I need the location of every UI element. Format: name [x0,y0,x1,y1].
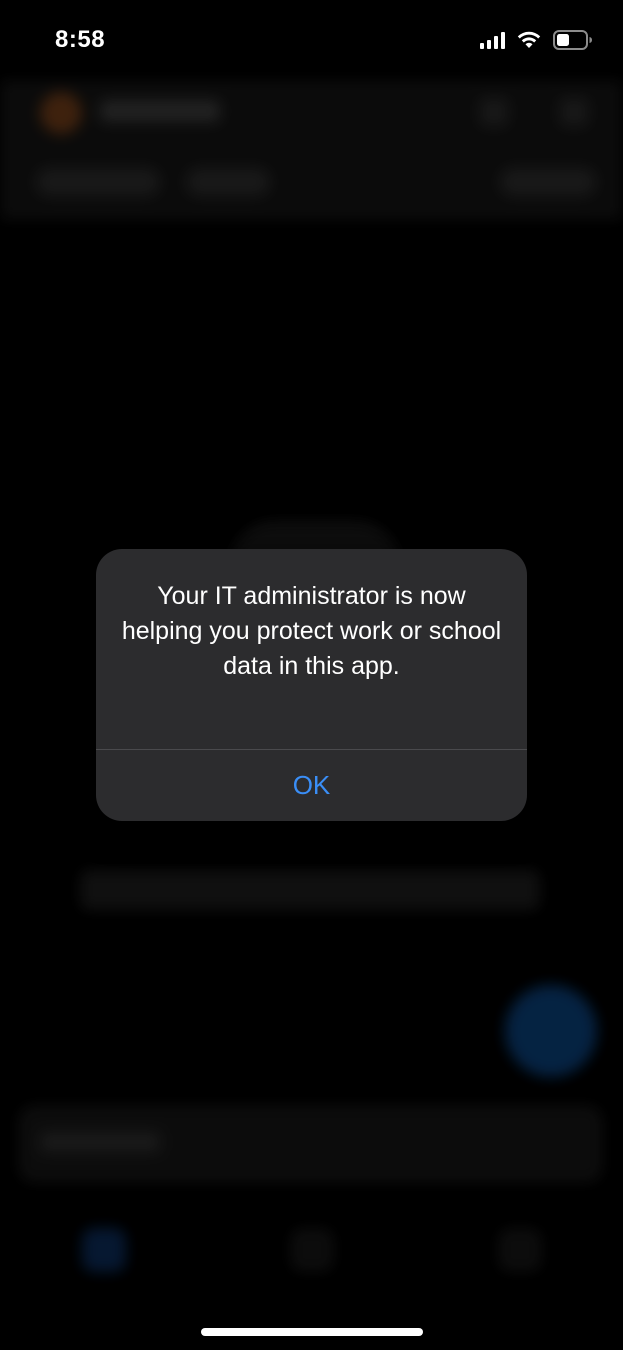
status-icons [480,26,593,54]
status-time: 8:58 [55,26,106,53]
mdm-protection-alert: Your IT administrator is now helping you… [96,549,527,821]
ok-button[interactable]: OK [96,750,527,821]
status-bar: 8:58 [0,0,623,80]
wifi-icon [517,31,541,48]
battery-icon [553,30,592,50]
cellular-signal-icon [480,31,505,49]
home-indicator[interactable] [201,1328,423,1336]
alert-message: Your IT administrator is now helping you… [121,582,502,680]
